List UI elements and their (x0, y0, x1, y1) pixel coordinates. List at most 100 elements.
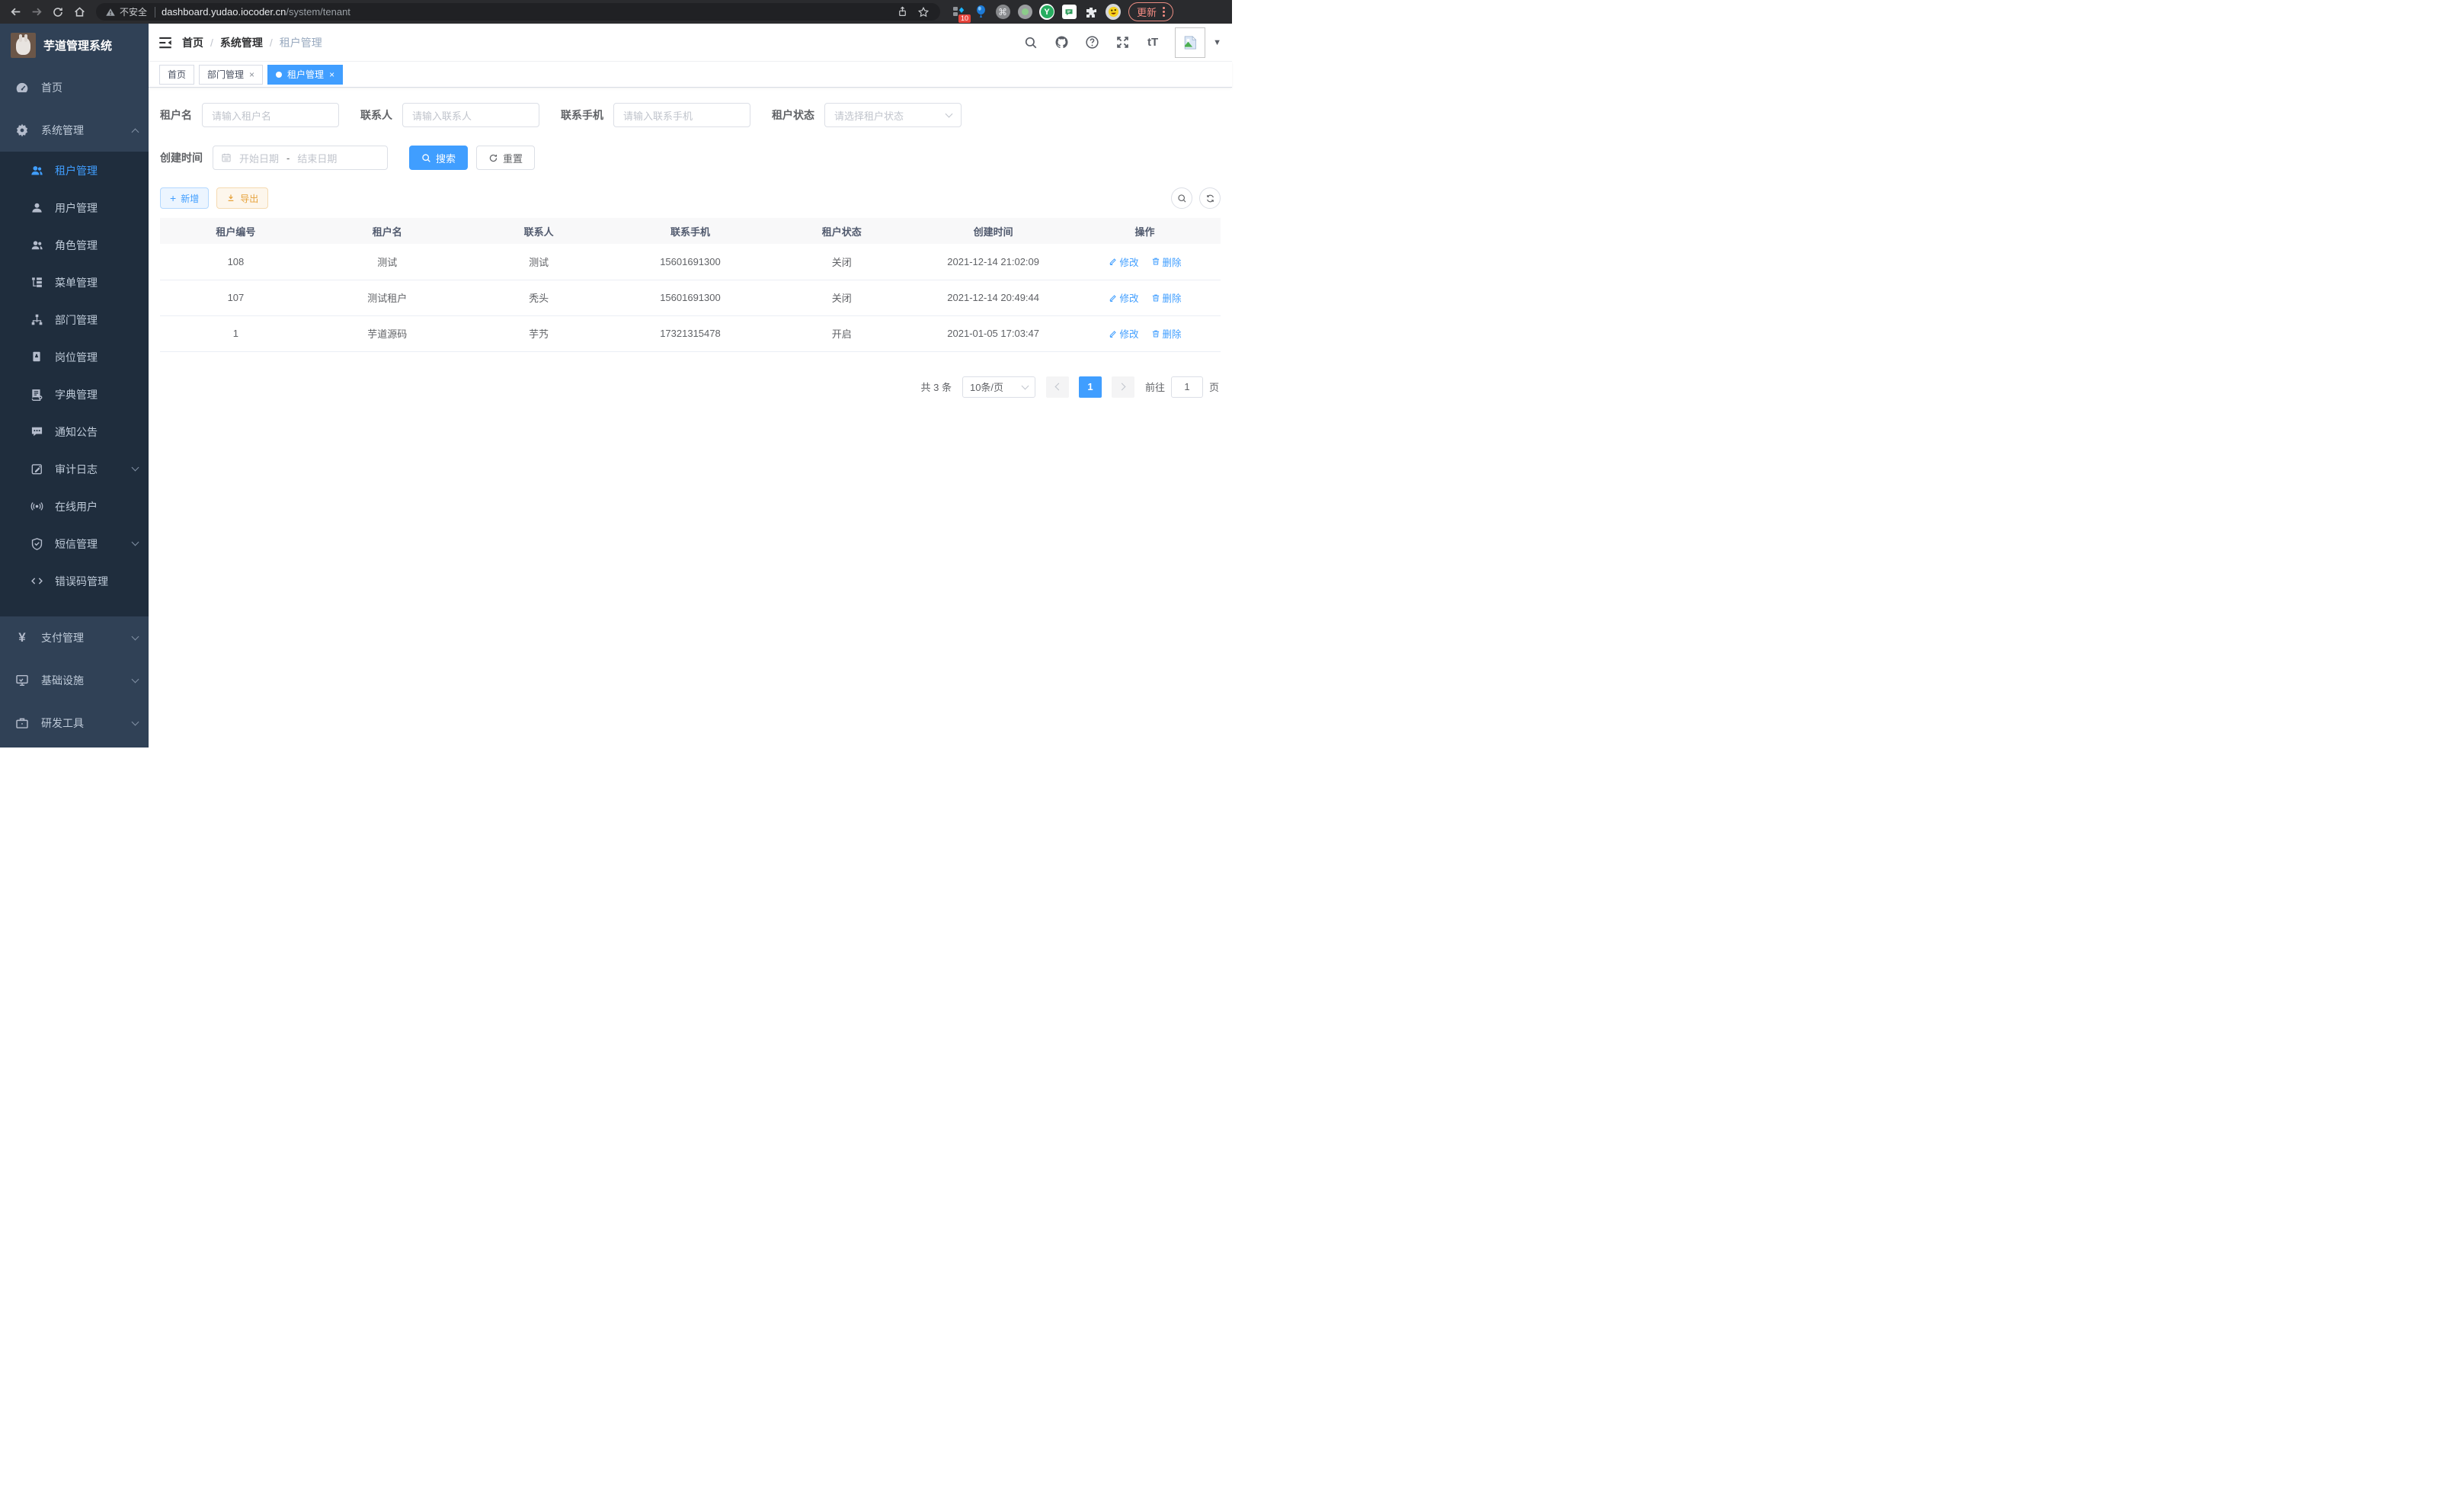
edit-icon (1109, 257, 1118, 266)
edit-link[interactable]: 修改 (1109, 290, 1139, 305)
tenant-name-input[interactable]: 请输入租户名 (202, 103, 339, 127)
edit-link[interactable]: 修改 (1109, 326, 1139, 341)
github-button[interactable] (1048, 27, 1074, 58)
refresh-table-button[interactable] (1199, 187, 1221, 209)
star-icon (917, 6, 930, 18)
prev-page-button[interactable] (1046, 376, 1069, 398)
extension-y-green[interactable]: Y (1039, 5, 1054, 20)
sidebar-item-user[interactable]: 用户管理 (0, 189, 149, 226)
message-icon (30, 425, 44, 439)
sidebar-item-pay[interactable]: ¥ 支付管理 (0, 616, 149, 659)
sidebar-item-post[interactable]: 岗位管理 (0, 338, 149, 376)
edit-log-icon (30, 463, 44, 476)
extension-tampermonkey[interactable]: 10 (951, 5, 966, 20)
delete-link[interactable]: 删除 (1151, 290, 1182, 305)
breadcrumb-home[interactable]: 首页 (182, 35, 203, 50)
sidebar-item-devtools[interactable]: 研发工具 (0, 702, 149, 744)
cell-created: 2021-12-14 21:02:09 (917, 244, 1069, 280)
sidebar-item-sms[interactable]: 短信管理 (0, 525, 149, 562)
tab-home[interactable]: 首页 (159, 65, 194, 85)
app-logo-row[interactable]: 芋道管理系统 (0, 24, 149, 66)
site-security-chip[interactable]: 不安全 (102, 5, 150, 18)
sidebar-item-online-users[interactable]: 在线用户 (0, 488, 149, 525)
top-header: 首页 / 系统管理 / 租户管理 tT (149, 24, 1232, 62)
search-button[interactable]: 搜索 (409, 146, 468, 170)
page-size-select[interactable]: 10条/页 (962, 376, 1035, 398)
help-button[interactable] (1079, 27, 1105, 58)
hide-search-button[interactable] (1171, 187, 1192, 209)
contact-input[interactable]: 请输入联系人 (402, 103, 539, 127)
url-bar[interactable]: 不安全 dashboard.yudao.iocoder.cn/system/te… (96, 3, 940, 21)
sidebar-item-menu[interactable]: 菜单管理 (0, 264, 149, 301)
browser-update-button[interactable]: 更新 (1128, 2, 1173, 21)
browser-menu-icon[interactable] (1163, 7, 1165, 17)
browser-forward-button[interactable] (26, 2, 47, 23)
sidebar-item-home[interactable]: 首页 (0, 66, 149, 109)
bookmark-star-button[interactable] (913, 2, 934, 23)
trash-icon (1151, 257, 1160, 266)
extension-green-dot[interactable] (1017, 5, 1032, 20)
goto-page-input[interactable]: 1 (1171, 376, 1203, 398)
extensions-puzzle-button[interactable] (1083, 5, 1099, 20)
download-icon (226, 194, 235, 203)
extension-command[interactable]: ⌘ (995, 5, 1010, 20)
browser-home-button[interactable] (69, 2, 90, 23)
browser-profile-avatar[interactable] (1106, 5, 1121, 20)
edit-link[interactable]: 修改 (1109, 255, 1139, 269)
avatar-dropdown-icon[interactable]: ▼ (1213, 38, 1221, 47)
fullscreen-button[interactable] (1109, 27, 1135, 58)
question-icon (1085, 35, 1099, 50)
cell-status: 关闭 (766, 244, 917, 280)
filter-row-2: 创建时间 开始日期 - 结束日期 搜索 重置 (160, 146, 1221, 170)
share-button[interactable] (891, 2, 913, 23)
sidebar-item-tenant[interactable]: 租户管理 (0, 152, 149, 189)
status-select[interactable]: 请选择租户状态 (824, 103, 962, 127)
forward-icon (30, 5, 43, 18)
cell-actions: 修改删除 (1069, 244, 1221, 280)
sidebar-item-role[interactable]: 角色管理 (0, 226, 149, 264)
cell-contact: 芋艿 (463, 315, 615, 351)
sidebar-item-system[interactable]: 系统管理 (0, 109, 149, 152)
delete-link[interactable]: 删除 (1151, 255, 1182, 269)
close-icon[interactable]: × (249, 69, 254, 80)
browser-reload-button[interactable] (47, 2, 69, 23)
sidebar-item-infra[interactable]: 基础设施 (0, 659, 149, 702)
tab-dept[interactable]: 部门管理× (199, 65, 263, 85)
chevron-down-icon (132, 675, 139, 683)
font-size-button[interactable]: tT (1140, 27, 1166, 58)
cell-mobile: 17321315478 (615, 315, 766, 351)
table-row: 108测试测试15601691300关闭2021-12-14 21:02:09修… (160, 244, 1221, 280)
sidebar-item-error-code[interactable]: 错误码管理 (0, 562, 149, 600)
sidebar-item-dict[interactable]: 字典管理 (0, 376, 149, 413)
chevron-down-icon (946, 110, 953, 118)
extension-chat[interactable] (1061, 5, 1077, 20)
tag-view-bar: 首页 部门管理× 租户管理× (149, 62, 1232, 88)
sidebar-item-audit-log[interactable]: 审计日志 (0, 450, 149, 488)
tab-tenant[interactable]: 租户管理× (267, 65, 343, 85)
cell-id: 107 (160, 280, 312, 315)
github-icon (1054, 35, 1069, 50)
date-range-picker[interactable]: 开始日期 - 结束日期 (213, 146, 388, 170)
mobile-input[interactable]: 请输入联系手机 (613, 103, 750, 127)
table-body: 108测试测试15601691300关闭2021-12-14 21:02:09修… (160, 244, 1221, 351)
cell-id: 1 (160, 315, 312, 351)
breadcrumb-system[interactable]: 系统管理 (220, 35, 263, 50)
user-avatar[interactable] (1175, 27, 1205, 58)
goto-label: 前往 (1145, 379, 1165, 394)
tenant-name-label: 租户名 (160, 107, 192, 123)
cell-created: 2021-12-14 20:49:44 (917, 280, 1069, 315)
sidebar-fold-button[interactable] (149, 24, 182, 62)
sidebar-item-dept[interactable]: 部门管理 (0, 301, 149, 338)
browser-back-button[interactable] (5, 2, 26, 23)
extension-balloon[interactable] (973, 5, 988, 20)
current-page-button[interactable]: 1 (1079, 376, 1102, 398)
delete-link[interactable]: 删除 (1151, 326, 1182, 341)
close-icon[interactable]: × (329, 69, 334, 80)
header-search-button[interactable] (1018, 27, 1044, 58)
url-text[interactable]: dashboard.yudao.iocoder.cn/system/tenant (162, 6, 350, 18)
next-page-button[interactable] (1112, 376, 1134, 398)
sidebar-item-notice[interactable]: 通知公告 (0, 413, 149, 450)
reset-button[interactable]: 重置 (476, 146, 535, 170)
add-button[interactable]: + 新增 (160, 187, 209, 209)
export-button[interactable]: 导出 (216, 187, 268, 209)
